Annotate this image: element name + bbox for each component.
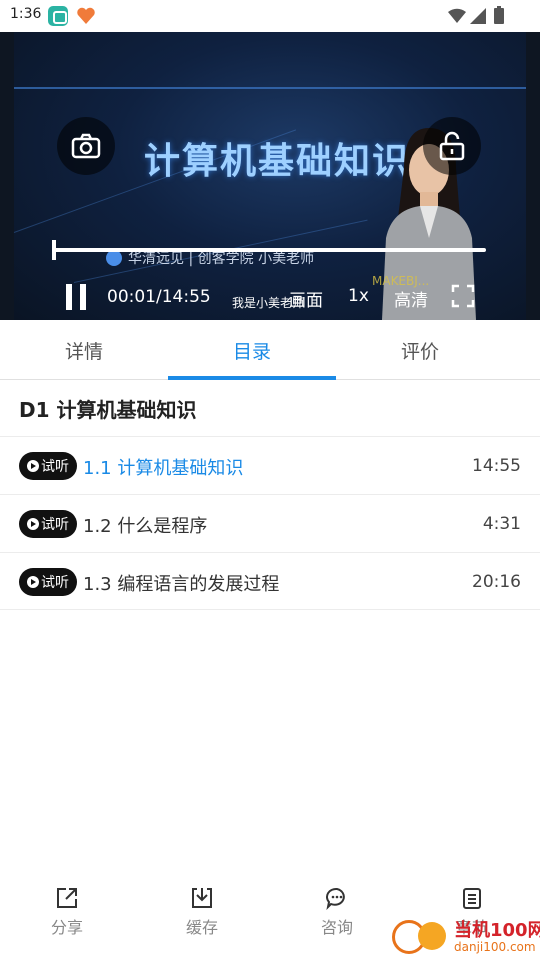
- video-player[interactable]: 计算机基础知识 华清远见 | 创客学院 小美老师 MAKEBJ... 00:01…: [0, 32, 540, 320]
- logo-circle-icon: [418, 922, 446, 950]
- download-icon: [192, 888, 212, 908]
- trial-badge: 试听: [19, 568, 77, 596]
- status-bar: 1:36: [0, 0, 540, 32]
- tab-details[interactable]: 详情: [0, 320, 168, 380]
- playback-time: 00:01/14:55: [107, 287, 211, 307]
- quality-button[interactable]: 高清: [394, 286, 428, 311]
- wifi-icon: [448, 8, 466, 23]
- progress-handle[interactable]: [52, 240, 56, 260]
- share-button[interactable]: 分享: [27, 886, 107, 946]
- lesson-item[interactable]: 试听 1.1 计算机基础知识 14:55: [0, 436, 540, 494]
- lesson-duration: 4:31: [482, 514, 521, 534]
- active-tab-indicator: [168, 376, 336, 380]
- play-icon: [27, 518, 39, 530]
- clipboard-list-icon: [463, 888, 481, 909]
- logo-name: 当机100网: [454, 920, 540, 941]
- lesson-title: 1.3 编程语言的发展过程: [83, 574, 280, 595]
- player-controls: 00:01/14:55 我是小美老师 画面 1x 高清: [0, 274, 540, 318]
- chat-icon: [326, 887, 345, 910]
- lesson-duration: 20:16: [472, 572, 521, 592]
- pause-button[interactable]: [62, 284, 90, 310]
- site-watermark-logo: 当机100网 danji100.com: [392, 912, 540, 960]
- lesson-title: 1.1 计算机基础知识: [83, 458, 244, 479]
- lesson-title: 1.2 什么是程序: [83, 516, 208, 537]
- course-tabs: 详情 目录 评价: [0, 320, 540, 380]
- fullscreen-icon[interactable]: [451, 284, 475, 308]
- lesson-duration: 14:55: [472, 456, 521, 476]
- share-icon: [57, 888, 77, 908]
- tab-catalog[interactable]: 目录: [168, 320, 336, 380]
- consult-label: 咨询: [320, 918, 353, 937]
- camera-icon: [71, 133, 101, 159]
- trial-badge-label: 试听: [41, 517, 69, 533]
- tab-reviews[interactable]: 评价: [336, 320, 504, 380]
- signal-icon: [470, 8, 486, 24]
- cache-label: 缓存: [185, 918, 218, 937]
- logo-url: danji100.com: [454, 940, 536, 954]
- play-icon: [27, 460, 39, 472]
- progress-bar[interactable]: [52, 240, 486, 260]
- share-label: 分享: [50, 918, 83, 937]
- screenshot-button[interactable]: [57, 117, 115, 175]
- lesson-item[interactable]: 试听 1.3 编程语言的发展过程 20:16: [0, 552, 540, 610]
- trial-badge: 试听: [19, 510, 77, 538]
- lesson-list: 试听 1.1 计算机基础知识 14:55 试听 1.2 什么是程序 4:31 试…: [0, 436, 540, 610]
- battery-icon: [494, 6, 504, 24]
- trial-badge: 试听: [19, 452, 77, 480]
- cache-button[interactable]: 缓存: [162, 886, 242, 946]
- consult-button[interactable]: 咨询: [297, 886, 377, 946]
- speed-button[interactable]: 1x: [348, 286, 369, 306]
- app-notification-icon: [48, 6, 68, 26]
- trial-badge-label: 试听: [41, 459, 69, 475]
- heart-notification-icon: [77, 7, 95, 25]
- screen-lock-button[interactable]: [423, 117, 481, 175]
- picture-mode-button[interactable]: 画面: [289, 286, 323, 311]
- play-icon: [27, 576, 39, 588]
- status-time: 1:36: [10, 6, 42, 22]
- trial-badge-label: 试听: [41, 575, 69, 591]
- unlock-icon: [439, 131, 465, 161]
- lesson-item[interactable]: 试听 1.2 什么是程序 4:31: [0, 494, 540, 552]
- video-decor-line: [14, 87, 526, 89]
- chapter-title: D1 计算机基础知识: [19, 398, 197, 422]
- credit-user-icon: [106, 250, 122, 266]
- video-slide-title: 计算机基础知识: [144, 141, 411, 182]
